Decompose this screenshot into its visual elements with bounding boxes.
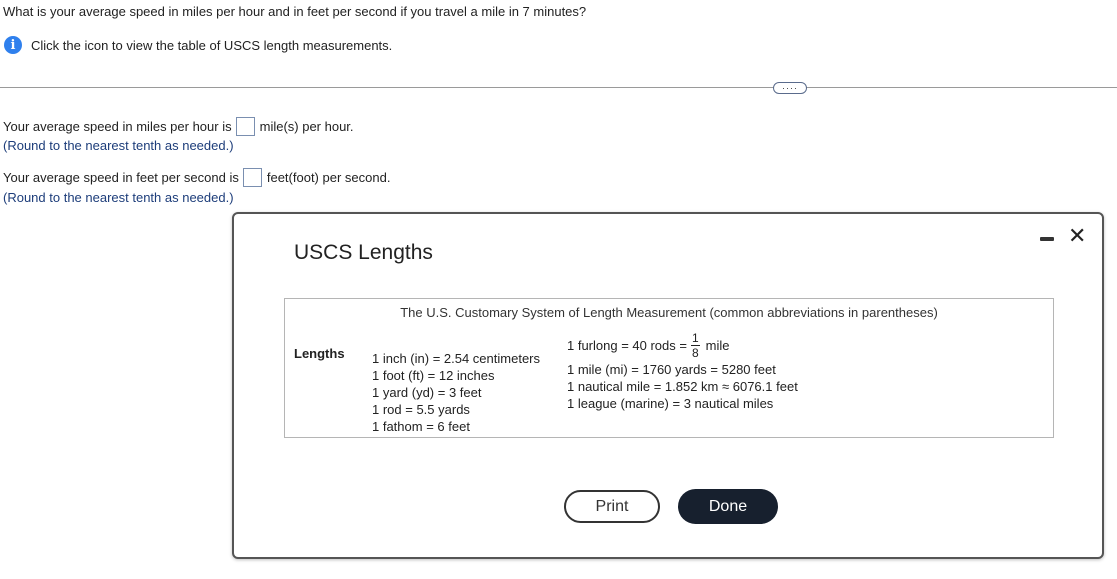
divider: [0, 87, 1117, 88]
answer-suffix: feet(foot) per second.: [266, 170, 391, 185]
close-icon[interactable]: ✕: [1068, 225, 1086, 247]
furlong-tail: mile: [705, 337, 730, 353]
uscs-table: The U.S. Customary System of Length Meas…: [284, 298, 1054, 438]
answer-suffix: mile(s) per hour.: [259, 119, 354, 134]
expand-button[interactable]: ····: [773, 82, 807, 94]
round-hint: (Round to the nearest tenth as needed.): [3, 190, 234, 205]
done-button[interactable]: Done: [678, 489, 778, 524]
question-text: What is your average speed in miles per …: [3, 4, 587, 19]
dialog-title: USCS Lengths: [294, 241, 433, 264]
conversion-item: 1 nautical mile = 1.852 km ≈ 6076.1 feet: [567, 379, 798, 394]
answer-prefix: Your average speed in miles per hour is: [3, 119, 232, 134]
answer-line-fps: Your average speed in feet per second is…: [3, 168, 390, 187]
conversion-item: 1 rod = 5.5 yards: [372, 402, 470, 417]
answer-prefix: Your average speed in feet per second is: [3, 170, 239, 185]
mph-answer-input[interactable]: [235, 117, 255, 136]
furlong-lead: 1 furlong = 40 rods =: [567, 337, 687, 353]
furlong-item: 1 furlong = 40 rods = 1 8 mile: [567, 329, 798, 361]
round-hint: (Round to the nearest tenth as needed.): [3, 138, 234, 153]
table-caption: The U.S. Customary System of Length Meas…: [400, 305, 938, 320]
conversion-item: 1 league (marine) = 3 nautical miles: [567, 396, 774, 411]
conversion-item: 1 fathom = 6 feet: [372, 419, 470, 434]
conversion-item: 1 mile (mi) = 1760 yards = 5280 feet: [567, 362, 776, 377]
info-icon[interactable]: i: [4, 36, 22, 54]
minimize-button[interactable]: [1038, 228, 1058, 248]
info-row: i Click the icon to view the table of US…: [4, 36, 392, 54]
fraction: 1 8: [690, 330, 700, 360]
length-column-2: 1 furlong = 40 rods = 1 8 mile 1 mile (m…: [567, 329, 798, 412]
minimize-icon: [1040, 237, 1054, 241]
info-text: Click the icon to view the table of USCS…: [31, 37, 393, 53]
fraction-denominator: 8: [691, 345, 699, 360]
conversion-item: 1 yard (yd) = 3 feet: [372, 385, 482, 400]
print-button[interactable]: Print: [564, 490, 660, 523]
length-column-1: 1 inch (in) = 2.54 centimeters 1 foot (f…: [372, 350, 540, 435]
conversion-item: 1 inch (in) = 2.54 centimeters: [372, 351, 540, 366]
uscs-lengths-dialog: USCS Lengths ✕ The U.S. Customary System…: [232, 212, 1104, 559]
fps-answer-input[interactable]: [242, 168, 262, 187]
answer-line-mph: Your average speed in miles per hour is …: [3, 117, 354, 136]
fraction-numerator: 1: [690, 330, 700, 346]
row-label: Lengths: [294, 346, 345, 361]
conversion-item: 1 foot (ft) = 12 inches: [372, 368, 495, 383]
